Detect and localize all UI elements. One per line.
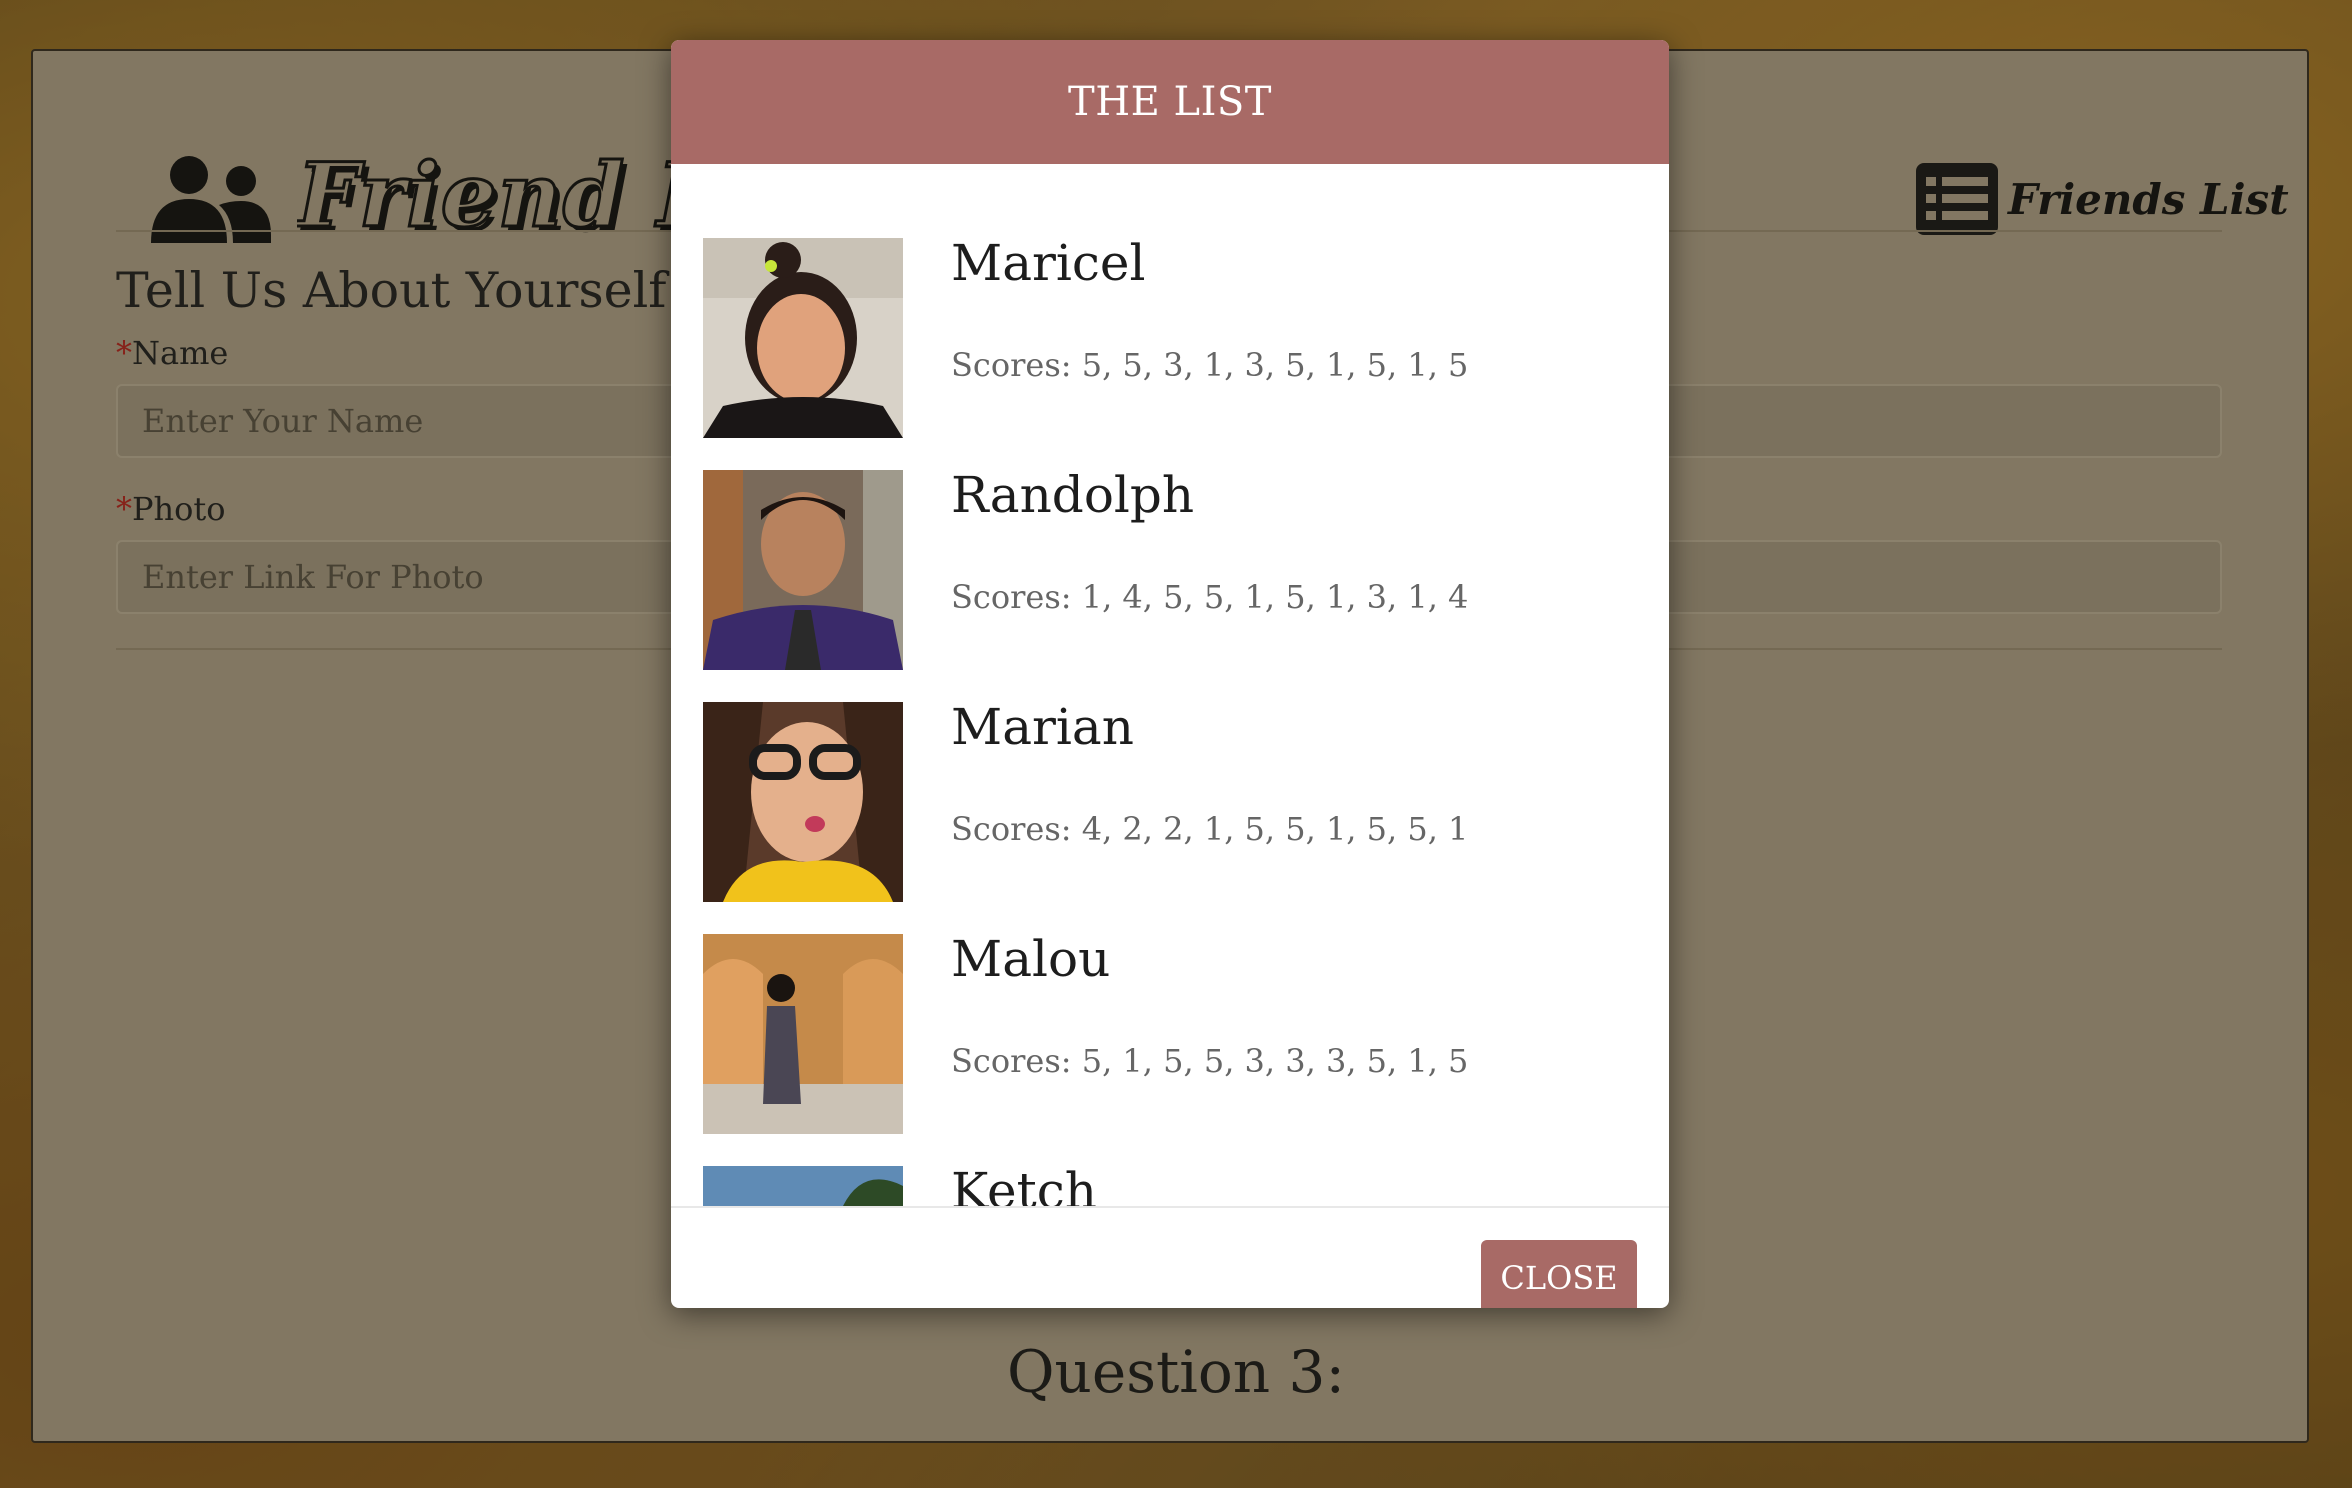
- friend-item: Marian Scores: 4, 2, 2, 1, 5, 5, 1, 5, 5…: [703, 698, 1643, 902]
- friend-name: Maricel: [951, 234, 1146, 292]
- close-button[interactable]: CLOSE: [1481, 1240, 1637, 1308]
- friend-scores: Scores: 1, 4, 5, 5, 1, 5, 1, 3, 1, 4: [951, 578, 1469, 616]
- friend-photo: [703, 702, 903, 902]
- modal-body[interactable]: Maricel Scores: 5, 5, 3, 1, 3, 5, 1, 5, …: [671, 164, 1669, 1208]
- friend-photo: [703, 470, 903, 670]
- friend-photo: [703, 238, 903, 438]
- friend-scores: Scores: 5, 1, 5, 5, 3, 3, 3, 5, 1, 5: [951, 1042, 1469, 1080]
- friend-item: Maricel Scores: 5, 5, 3, 1, 3, 5, 1, 5, …: [703, 234, 1643, 438]
- friend-item: Ketch: [703, 1162, 1643, 1208]
- friends-list-modal: THE LIST Maricel Scores: 5, 5, 3, 1, 3, …: [671, 40, 1669, 1308]
- friend-item: Malou Scores: 5, 1, 5, 5, 3, 3, 3, 5, 1,…: [703, 930, 1643, 1134]
- modal-header: THE LIST: [671, 40, 1669, 164]
- friend-name: Marian: [951, 698, 1134, 756]
- friend-photo: [703, 934, 903, 1134]
- friend-scores: Scores: 4, 2, 2, 1, 5, 5, 1, 5, 5, 1: [951, 810, 1469, 848]
- friend-item: Randolph Scores: 1, 4, 5, 5, 1, 5, 1, 3,…: [703, 466, 1643, 670]
- friend-name: Ketch: [951, 1162, 1097, 1208]
- modal-title: THE LIST: [1068, 79, 1272, 125]
- friend-name: Malou: [951, 930, 1111, 988]
- friend-scores: Scores: 5, 5, 3, 1, 3, 5, 1, 5, 1, 5: [951, 346, 1469, 384]
- friend-name: Randolph: [951, 466, 1195, 524]
- modal-footer: CLOSE: [671, 1206, 1669, 1308]
- friend-photo: [703, 1166, 903, 1208]
